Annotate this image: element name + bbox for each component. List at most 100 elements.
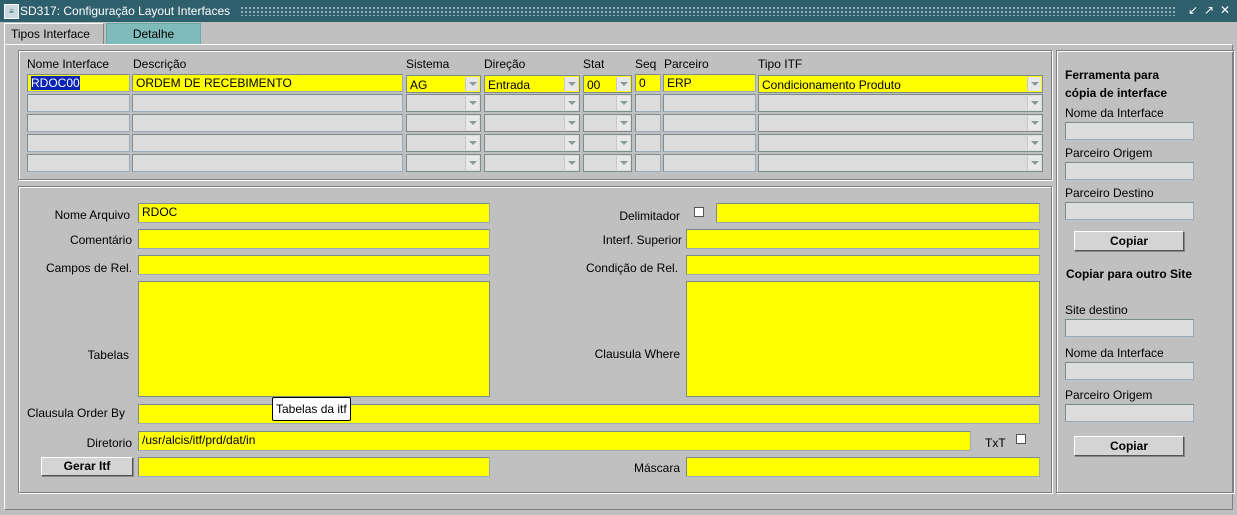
delimitador-checkbox[interactable] — [694, 207, 704, 217]
grid-seq[interactable] — [635, 114, 661, 132]
grid-parceiro[interactable]: ERP — [663, 74, 756, 92]
header-direcao: Direção — [484, 57, 526, 71]
grid-nome-interface[interactable]: RDOC00 — [27, 74, 130, 92]
grid-seq[interactable] — [635, 154, 661, 172]
grid-seq[interactable] — [635, 134, 661, 152]
campos-rel-field[interactable] — [138, 255, 490, 275]
chevron-down-icon[interactable] — [465, 156, 479, 170]
minimize-icon[interactable]: ↙ — [1186, 3, 1200, 18]
grid-sistema-select[interactable] — [406, 94, 481, 112]
close-icon[interactable]: ✕ — [1218, 3, 1232, 18]
copy-parceiro-destino-field[interactable] — [1065, 202, 1194, 220]
grid-stat-select[interactable] — [583, 114, 632, 132]
chevron-down-icon[interactable] — [616, 156, 630, 170]
label-diretorio: Diretorio — [86, 436, 132, 450]
txt-checkbox[interactable] — [1016, 434, 1026, 444]
chevron-down-icon[interactable] — [1027, 77, 1041, 91]
grid-nome-interface[interactable] — [27, 114, 130, 132]
title-bar[interactable]: ≡ SD317: Configuração Layout Interfaces … — [0, 0, 1237, 22]
grid-direcao-select[interactable]: Entrada — [484, 75, 580, 93]
grid-tipo-itf-select[interactable]: Condicionamento Produto — [758, 75, 1043, 93]
grid-sistema-select[interactable]: AG — [406, 75, 481, 93]
grid-seq[interactable]: 0 — [635, 74, 661, 92]
grid-parceiro[interactable] — [663, 94, 756, 112]
chevron-down-icon[interactable] — [564, 136, 578, 150]
grid-nome-interface[interactable] — [27, 154, 130, 172]
grid-descricao[interactable] — [132, 154, 403, 172]
copy-nome-interface-field[interactable] — [1065, 122, 1194, 140]
grid-direcao-select[interactable] — [484, 134, 580, 152]
copy-tool-title: Ferramenta para cópia de interface — [1065, 68, 1168, 100]
grid-tipo-itf-select[interactable] — [758, 94, 1043, 112]
grid-tipo-itf-select[interactable] — [758, 154, 1043, 172]
tab-detalhe[interactable]: Detalhe — [106, 23, 201, 44]
chevron-down-icon[interactable] — [1027, 136, 1041, 150]
tabelas-textarea[interactable] — [138, 281, 490, 397]
copiar-site-button[interactable]: Copiar — [1074, 436, 1184, 456]
copiar-interface-button[interactable]: Copiar — [1074, 231, 1184, 251]
chevron-down-icon[interactable] — [564, 96, 578, 110]
grid-direcao-select[interactable] — [484, 114, 580, 132]
chevron-down-icon[interactable] — [616, 116, 630, 130]
delimitador-field[interactable] — [716, 203, 1040, 223]
grid-descricao[interactable] — [132, 94, 403, 112]
grid-parceiro[interactable] — [663, 154, 756, 172]
grid-parceiro[interactable] — [663, 114, 756, 132]
grid-descricao[interactable] — [132, 114, 403, 132]
grid-nome-interface-value: RDOC00 — [31, 76, 80, 90]
grid-stat-value: 00 — [587, 78, 601, 92]
grid-stat-select[interactable]: 00 — [583, 75, 632, 93]
condicao-rel-field[interactable] — [686, 255, 1040, 275]
grid-stat-select[interactable] — [583, 134, 632, 152]
chevron-down-icon[interactable] — [564, 77, 578, 91]
grid-nome-interface[interactable] — [27, 134, 130, 152]
grid-sistema-value: AG — [410, 78, 428, 92]
chevron-down-icon[interactable] — [564, 156, 578, 170]
site-destino-field[interactable] — [1065, 319, 1194, 337]
mascara-field[interactable] — [686, 457, 1040, 477]
maximize-icon[interactable]: ↗ — [1202, 3, 1216, 18]
chevron-down-icon[interactable] — [465, 136, 479, 150]
chevron-down-icon[interactable] — [616, 96, 630, 110]
gerar-itf-button[interactable]: Gerar Itf — [41, 457, 133, 476]
grid-sistema-select[interactable] — [406, 154, 481, 172]
grid-descricao[interactable]: ORDEM DE RECEBIMENTO — [132, 74, 403, 92]
label-tabelas: Tabelas — [87, 348, 129, 362]
comentario-field[interactable] — [138, 229, 490, 249]
label-site-destino: Site destino — [1065, 303, 1128, 317]
grid-stat-select[interactable] — [583, 154, 632, 172]
chevron-down-icon[interactable] — [616, 136, 630, 150]
grid-direcao-select[interactable] — [484, 94, 580, 112]
grid-sistema-select[interactable] — [406, 114, 481, 132]
chevron-down-icon[interactable] — [465, 77, 479, 91]
label-copy-parceiro-origem: Parceiro Origem — [1065, 146, 1153, 160]
site-parceiro-origem-field[interactable] — [1065, 404, 1194, 422]
chevron-down-icon[interactable] — [564, 116, 578, 130]
tab-tipos-interface[interactable]: Tipos Interface — [4, 23, 104, 44]
interf-superior-field[interactable] — [686, 229, 1040, 249]
label-clausula-where: Clausula Where — [594, 347, 680, 361]
grid-stat-select[interactable] — [583, 94, 632, 112]
grid-nome-interface[interactable] — [27, 94, 130, 112]
chevron-down-icon[interactable] — [1027, 96, 1041, 110]
site-nome-interface-field[interactable] — [1065, 362, 1194, 380]
chevron-down-icon[interactable] — [1027, 116, 1041, 130]
chevron-down-icon[interactable] — [1027, 156, 1041, 170]
grid-direcao-select[interactable] — [484, 154, 580, 172]
grid-seq[interactable] — [635, 94, 661, 112]
copy-parceiro-origem-field[interactable] — [1065, 162, 1194, 180]
diretorio-field[interactable]: /usr/alcis/itf/prd/dat/in — [138, 431, 971, 451]
grid-tipo-itf-select[interactable] — [758, 114, 1043, 132]
gerar-itf-field[interactable] — [138, 457, 490, 477]
grid-sistema-select[interactable] — [406, 134, 481, 152]
grid-descricao[interactable] — [132, 134, 403, 152]
tab-label: Tipos Interface — [11, 27, 90, 41]
chevron-down-icon[interactable] — [465, 96, 479, 110]
chevron-down-icon[interactable] — [616, 77, 630, 91]
nome-arquivo-field[interactable]: RDOC — [138, 203, 490, 223]
grid-parceiro[interactable] — [663, 134, 756, 152]
clausula-where-textarea[interactable] — [686, 281, 1040, 397]
grid-tipo-itf-select[interactable] — [758, 134, 1043, 152]
chevron-down-icon[interactable] — [465, 116, 479, 130]
copy-site-title: Copiar para outro Site — [1065, 267, 1193, 281]
